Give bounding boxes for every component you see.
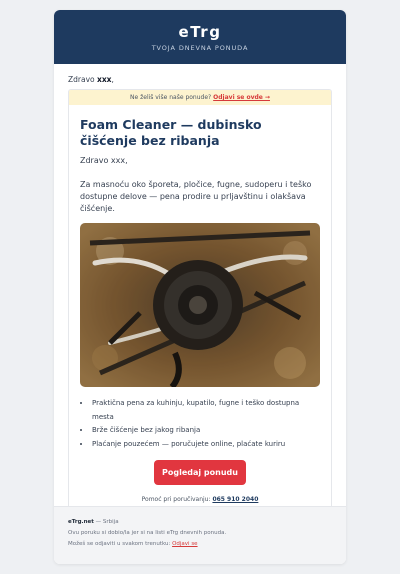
unsubscribe-notice: Ne želiš više naše ponude? Odjavi se ovd… [69, 90, 331, 105]
cta-wrapper: Pogledaj ponudu [80, 460, 320, 485]
list-item: Praktična pena za kuhinju, kupatilo, fug… [91, 397, 320, 424]
offer-card: Ne želiš više naše ponude? Odjavi se ovd… [68, 89, 332, 512]
phone-link[interactable]: 065 910 2040 [212, 496, 258, 503]
greeting-name: xxx [97, 75, 112, 84]
offer-greeting: Zdravo xxx, [80, 156, 128, 165]
footer-location: — Srbija [95, 519, 119, 525]
greeting-suffix: , [111, 75, 114, 84]
email-header: eTrg TVOJA DNEVNA PONUDA [54, 10, 346, 64]
view-offer-button[interactable]: Pogledaj ponudu [154, 460, 246, 485]
list-item: Brže čišćenje bez jakog ribanja [91, 424, 320, 438]
tagline: TVOJA DNEVNA PONUDA [151, 44, 249, 52]
feature-list: Praktična pena za kuhinju, kupatilo, fug… [80, 397, 320, 451]
offer-content: Foam Cleaner — dubinsko čišćenje bez rib… [69, 105, 331, 511]
list-item: Plaćanje pouzećem — poručujete online, p… [91, 438, 320, 452]
footer-line-1: Ovu poruku si dobio/la jer si na listi e… [68, 530, 227, 536]
order-help: Pomoć pri poručivanju: 065 910 2040 [80, 496, 320, 503]
help-text: Pomoć pri poručivanju: [141, 496, 211, 503]
footer-unsubscribe-link[interactable]: Odjavi se [172, 541, 198, 547]
footer-brandline: eTrg.net — Srbija [68, 517, 332, 528]
offer-title: Foam Cleaner — dubinsko čišćenje bez rib… [80, 117, 262, 148]
footer-line-2: Možeš se odjaviti u svakom trenutku: Odj… [68, 539, 332, 550]
notice-text: Ne želiš više naše ponude? [130, 94, 212, 101]
product-image[interactable] [80, 223, 320, 387]
offer-description: Za masnoću oko šporeta, pločice, fugne, … [80, 180, 312, 213]
greeting-prefix: Zdravo [68, 75, 95, 84]
email-footer: eTrg.net — Srbija Ovu poruku si dobio/la… [54, 506, 346, 564]
footer-line-2-text: Možeš se odjaviti u svakom trenutku: [68, 541, 171, 547]
brand-logo: eTrg [178, 23, 222, 41]
email-container: eTrg TVOJA DNEVNA PONUDA Zdravo xxx, Ne … [54, 10, 346, 564]
unsubscribe-link[interactable]: Odjavi se ovde → [213, 94, 270, 101]
footer-brand: eTrg.net [68, 519, 94, 525]
greeting: Zdravo xxx, [54, 64, 346, 89]
